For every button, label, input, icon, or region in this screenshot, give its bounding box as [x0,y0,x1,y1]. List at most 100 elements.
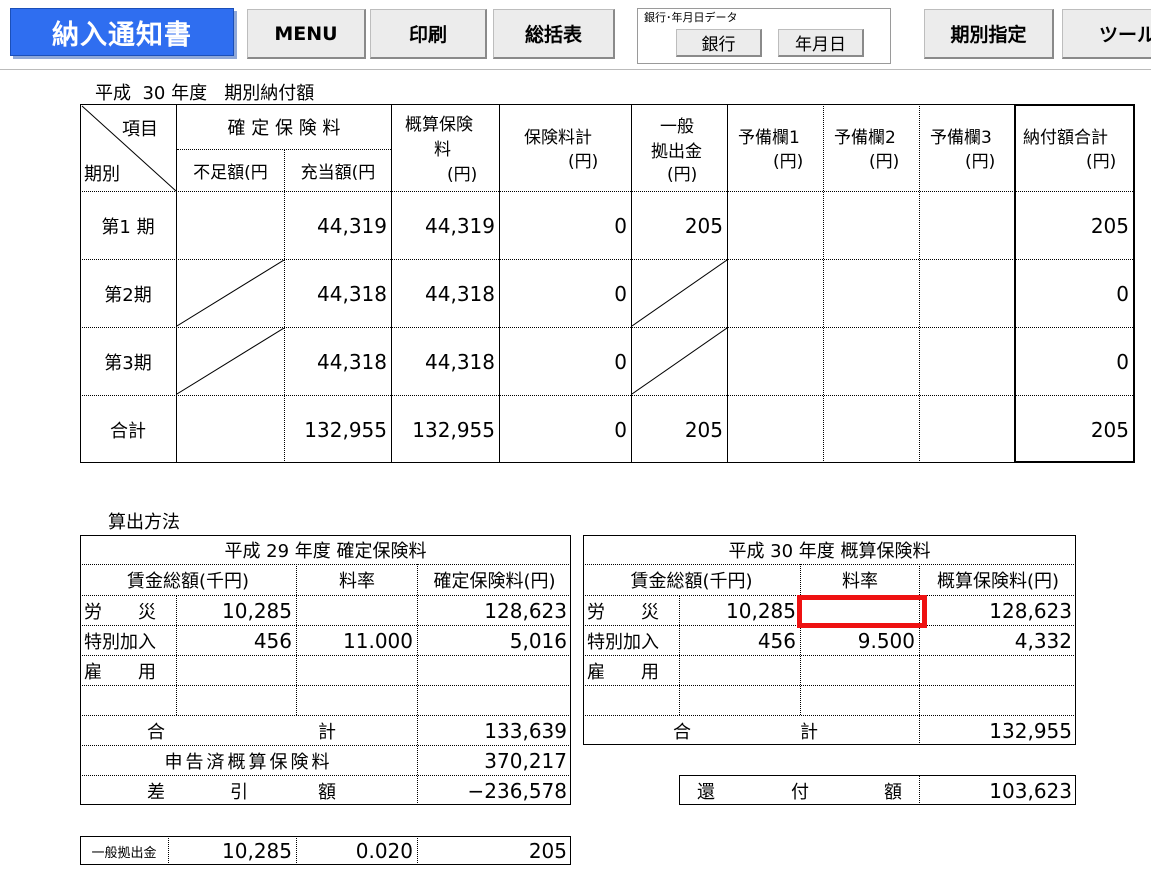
kakutei-rosai-premium: 128,623 [484,598,567,623]
date-button[interactable]: 年月日 [778,29,864,57]
header-gaisan-3: (円) [447,165,478,185]
gaisan-header-wage: 賃金総額(千円) [630,571,753,592]
refund-label-3: 額 [884,781,902,803]
cell-total: 205 [1090,213,1129,238]
cell-gaisan: 44,318 [425,281,495,306]
cell-juto: 44,318 [317,349,387,374]
menu-button[interactable]: MENU [247,9,366,59]
header-ippan-2: 拠出金 [651,142,702,162]
period-select-button[interactable]: 期別指定 [924,9,1054,59]
refund-amount: 103,623 [989,778,1072,803]
kakutei-rosai-rate[interactable] [297,596,417,625]
gaisan-rosai-premium: 128,623 [989,598,1072,623]
title-button[interactable]: 納入通知書 [10,8,234,56]
kakutei-total: 133,639 [484,718,567,743]
highlighted-rate-input[interactable] [797,595,927,628]
ippan-label: 一般拠出金 [91,845,157,861]
header-yobi1-1: 予備欄1 [738,128,800,148]
cell-total: 0 [1116,281,1129,306]
gaisan-total-label-2: 計 [800,721,818,743]
cell-yobi3[interactable] [920,328,1014,395]
strike-ippan-2 [632,260,727,327]
header-period: 期別 [84,164,120,185]
kakutei-rosai-label: 労 災 [84,601,156,623]
kakutei-koyo-label: 雇 用 [84,661,156,683]
gaisan-tokubetsu-premium: 4,332 [1014,628,1072,653]
kakutei-tokubetsu-premium: 5,016 [509,628,567,653]
cell-yobi1[interactable] [728,328,823,395]
header-ippan-3: (円) [667,165,698,185]
gaisan-tokubetsu-label: 特別加入 [587,631,659,653]
cell-total: 205 [1090,417,1129,442]
print-button[interactable]: 印刷 [370,9,487,59]
header-yobi1-2: (円) [773,152,804,172]
gaisan-tokubetsu-wage[interactable]: 456 [680,626,800,655]
kakutei-header-wage: 賃金総額(千円) [126,571,250,592]
gaisan-header-rate: 料率 [842,571,878,592]
cell-gaisan: 44,319 [425,213,495,238]
diff-amount: −236,578 [467,778,567,803]
bank-date-data-group: 銀行･年月日データ 銀行 年月日 [637,8,891,64]
refund-label-1: 還 [697,781,715,803]
ippan-amount: 205 [528,839,567,863]
cell-juto: 44,318 [317,281,387,306]
strike-ippan-3 [632,328,727,395]
ippan-rate[interactable]: 0.020 [297,837,417,865]
cell-yobi1[interactable] [728,260,823,327]
cell-total: 0 [1116,349,1129,374]
cell-yobi3 [920,396,1014,463]
cell-yobi2[interactable] [824,328,919,395]
cell-yobi2 [824,396,919,463]
gaisan-koyo-label: 雇 用 [587,661,659,683]
cell-hokenkei: 0 [614,417,627,442]
kakutei-tokubetsu-label: 特別加入 [84,631,156,653]
kakutei-rosai-wage[interactable]: 10,285 [177,596,296,625]
kakutei-total-label-2: 計 [318,721,336,743]
cell-yobi2[interactable] [824,260,919,327]
cell-yobi2[interactable] [824,192,919,259]
diff-label-2: 引 [230,781,248,803]
summary-table-button[interactable]: 総括表 [493,9,615,59]
cell-gaisan: 44,318 [425,349,495,374]
row-label: 合計 [110,420,146,442]
cell-yobi1[interactable] [728,192,823,259]
bank-button[interactable]: 銀行 [676,29,762,57]
strike-fusoku-2 [177,260,284,327]
row-label: 第2期 [104,284,152,306]
header-yobi2-1: 予備欄2 [834,128,896,148]
header-yobi3-1: 予備欄3 [930,128,992,148]
header-hokenkei-1: 保険料計 [524,128,592,148]
cell-fusoku [177,396,284,463]
strike-fusoku-3 [177,328,284,395]
declared-amount: 370,217 [484,748,567,773]
refund-label-2: 付 [791,781,809,803]
header-item: 項目 [122,119,158,140]
gaisan-tokubetsu-rate[interactable]: 9.500 [801,626,919,655]
calc-title: 算出方法 [108,512,180,533]
declared-label: 申告済概算保険料 [164,751,333,773]
tools-button[interactable]: ツール [1062,9,1151,59]
gaisan-rosai-wage[interactable]: 10,285 [680,596,800,625]
header-total-1: 納付額合計 [1023,128,1108,148]
header-yobi3-2: (円) [965,152,996,172]
kakutei-tokubetsu-wage[interactable]: 456 [177,626,296,655]
ippan-wage[interactable]: 10,285 [169,837,296,865]
row-label: 第3期 [104,352,152,374]
cell-hokenkei: 0 [614,349,627,374]
header-kakutei: 確 定 保 険 料 [227,118,341,139]
cell-juto: 132,955 [304,417,387,442]
header-gaisan-2: 料 [434,140,451,160]
gaisan-rosai-label: 労 災 [587,601,659,623]
cell-yobi3[interactable] [920,192,1014,259]
kakutei-tokubetsu-rate[interactable]: 11.000 [297,626,417,655]
cell-hokenkei: 0 [614,281,627,306]
header-yobi2-2: (円) [869,152,900,172]
gaisan-total-label-1: 合 [673,721,691,743]
cell-fusoku[interactable] [177,192,284,259]
gaisan-total: 132,955 [989,718,1072,743]
cell-ippan: 205 [684,417,723,442]
cell-juto: 44,319 [317,213,387,238]
toolbar-divider [0,69,1151,70]
cell-yobi3[interactable] [920,260,1014,327]
gaisan-table-title: 平成 30 年度 概算保険料 [728,541,931,562]
